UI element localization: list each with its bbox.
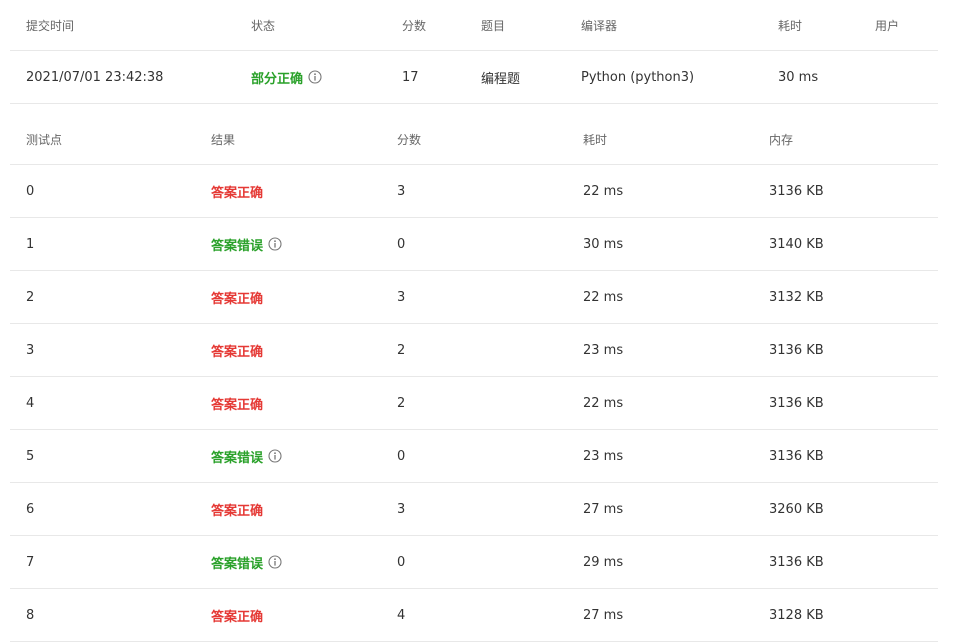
testcase-score: 2	[397, 395, 406, 411]
testcase-id: 8	[26, 607, 35, 623]
testcase-id: 0	[26, 183, 35, 199]
testcase-id: 1	[26, 236, 35, 252]
testcase-score: 3	[397, 183, 406, 199]
testcase-result-label: 答案正确	[211, 291, 264, 307]
testcase-id: 3	[26, 342, 35, 358]
testcase-score: 3	[397, 289, 406, 305]
header-result: 结果	[211, 132, 236, 147]
testcase-row: 8 答案正确 4 27 ms 3128 KB	[10, 589, 938, 642]
header-compiler: 编译器	[581, 18, 618, 33]
testcase-score: 4	[397, 607, 406, 623]
submission-elapsed: 30 ms	[778, 69, 819, 85]
testcase-result[interactable]: 答案错误	[211, 430, 282, 482]
testcase-score: 2	[397, 342, 406, 358]
testcase-id: 7	[26, 554, 35, 570]
submission-status[interactable]: 部分正确	[251, 51, 322, 103]
testcase-result: 答案正确	[211, 324, 263, 376]
testcase-elapsed: 22 ms	[583, 395, 624, 411]
header-status: 状态	[251, 18, 276, 33]
testcase-memory: 3132 KB	[769, 289, 824, 305]
info-icon[interactable]	[268, 237, 282, 251]
testcase-result-label: 答案正确	[211, 344, 264, 360]
testcase-result-label: 答案正确	[211, 609, 264, 625]
header-problem: 题目	[481, 18, 506, 33]
header-score: 分数	[402, 18, 427, 33]
testcase-memory: 3260 KB	[769, 501, 824, 517]
testcase-memory: 3136 KB	[769, 395, 824, 411]
submission-compiler: Python (python3)	[581, 69, 695, 85]
submission-score: 17	[402, 69, 419, 85]
testcase-memory: 3136 KB	[769, 342, 824, 358]
submission-table: 提交时间 状态 分数 题目 编译器 耗时 用户 2021/07/01 23:42…	[10, 0, 938, 104]
testcase-result-label: 答案正确	[211, 397, 264, 413]
testcase-memory: 3136 KB	[769, 554, 824, 570]
testcase-result: 答案正确	[211, 483, 263, 535]
testcase-result: 答案正确	[211, 165, 263, 217]
testcase-row: 3 答案正确 2 23 ms 3136 KB	[10, 324, 938, 377]
testcase-row: 7 答案错误 0 29 ms 3136 KB	[10, 536, 938, 589]
testcase-score: 0	[397, 554, 406, 570]
header-user: 用户	[875, 18, 900, 33]
testcase-memory: 3140 KB	[769, 236, 824, 252]
testcase-row: 2 答案正确 3 22 ms 3132 KB	[10, 271, 938, 324]
testcase-row: 6 答案正确 3 27 ms 3260 KB	[10, 483, 938, 536]
header-submit-time: 提交时间	[26, 18, 75, 33]
header-case-elapsed: 耗时	[583, 132, 608, 147]
testcase-id: 4	[26, 395, 35, 411]
testcase-result: 答案正确	[211, 271, 263, 323]
testcase-elapsed: 27 ms	[583, 501, 624, 517]
testcase-memory: 3136 KB	[769, 448, 824, 464]
info-icon[interactable]	[268, 555, 282, 569]
testcase-id: 5	[26, 448, 35, 464]
testcase-id: 6	[26, 501, 35, 517]
testcase-score: 0	[397, 448, 406, 464]
testcase-result-label: 答案正确	[211, 185, 264, 201]
header-case: 测试点	[26, 132, 63, 147]
testcase-elapsed: 23 ms	[583, 448, 624, 464]
header-elapsed: 耗时	[778, 18, 803, 33]
submission-problem[interactable]: 编程题	[481, 51, 520, 103]
testcase-rows: 0 答案正确 3 22 ms 3136 KB 1 答案错误 0 30 ms 3140 KB 2 答案正…	[10, 165, 938, 642]
testcase-table: 测试点 结果 分数 耗时 内存 0 答案正确 3 22 ms 3136 KB 1 答案错误 0…	[10, 114, 938, 642]
submission-header-row: 提交时间 状态 分数 题目 编译器 耗时 用户	[10, 0, 938, 51]
testcase-row: 4 答案正确 2 22 ms 3136 KB	[10, 377, 938, 430]
testcase-result[interactable]: 答案错误	[211, 536, 282, 588]
header-case-score: 分数	[397, 132, 422, 147]
info-icon[interactable]	[268, 449, 282, 463]
testcase-elapsed: 22 ms	[583, 183, 624, 199]
testcase-elapsed: 27 ms	[583, 607, 624, 623]
testcase-result[interactable]: 答案错误	[211, 218, 282, 270]
testcase-row: 0 答案正确 3 22 ms 3136 KB	[10, 165, 938, 218]
submit-time: 2021/07/01 23:42:38	[26, 69, 164, 85]
submission-row: 2021/07/01 23:42:38 部分正确 17 编程题 Python (…	[10, 51, 938, 104]
testcase-result-label: 答案错误	[211, 556, 264, 572]
testcase-result: 答案正确	[211, 589, 263, 641]
testcase-result-label: 答案正确	[211, 503, 264, 519]
info-icon[interactable]	[308, 70, 322, 84]
testcase-row: 5 答案错误 0 23 ms 3136 KB	[10, 430, 938, 483]
testcase-elapsed: 23 ms	[583, 342, 624, 358]
testcase-elapsed: 29 ms	[583, 554, 624, 570]
testcase-result-label: 答案错误	[211, 238, 264, 254]
testcase-elapsed: 30 ms	[583, 236, 624, 252]
testcase-elapsed: 22 ms	[583, 289, 624, 305]
testcase-score: 3	[397, 501, 406, 517]
testcase-result: 答案正确	[211, 377, 263, 429]
testcase-score: 0	[397, 236, 406, 252]
submission-status-label: 部分正确	[251, 71, 304, 87]
header-memory: 内存	[769, 132, 794, 147]
testcase-row: 1 答案错误 0 30 ms 3140 KB	[10, 218, 938, 271]
testcase-header-row: 测试点 结果 分数 耗时 内存	[10, 114, 938, 165]
testcase-result-label: 答案错误	[211, 450, 264, 466]
testcase-memory: 3136 KB	[769, 183, 824, 199]
testcase-memory: 3128 KB	[769, 607, 824, 623]
testcase-id: 2	[26, 289, 35, 305]
